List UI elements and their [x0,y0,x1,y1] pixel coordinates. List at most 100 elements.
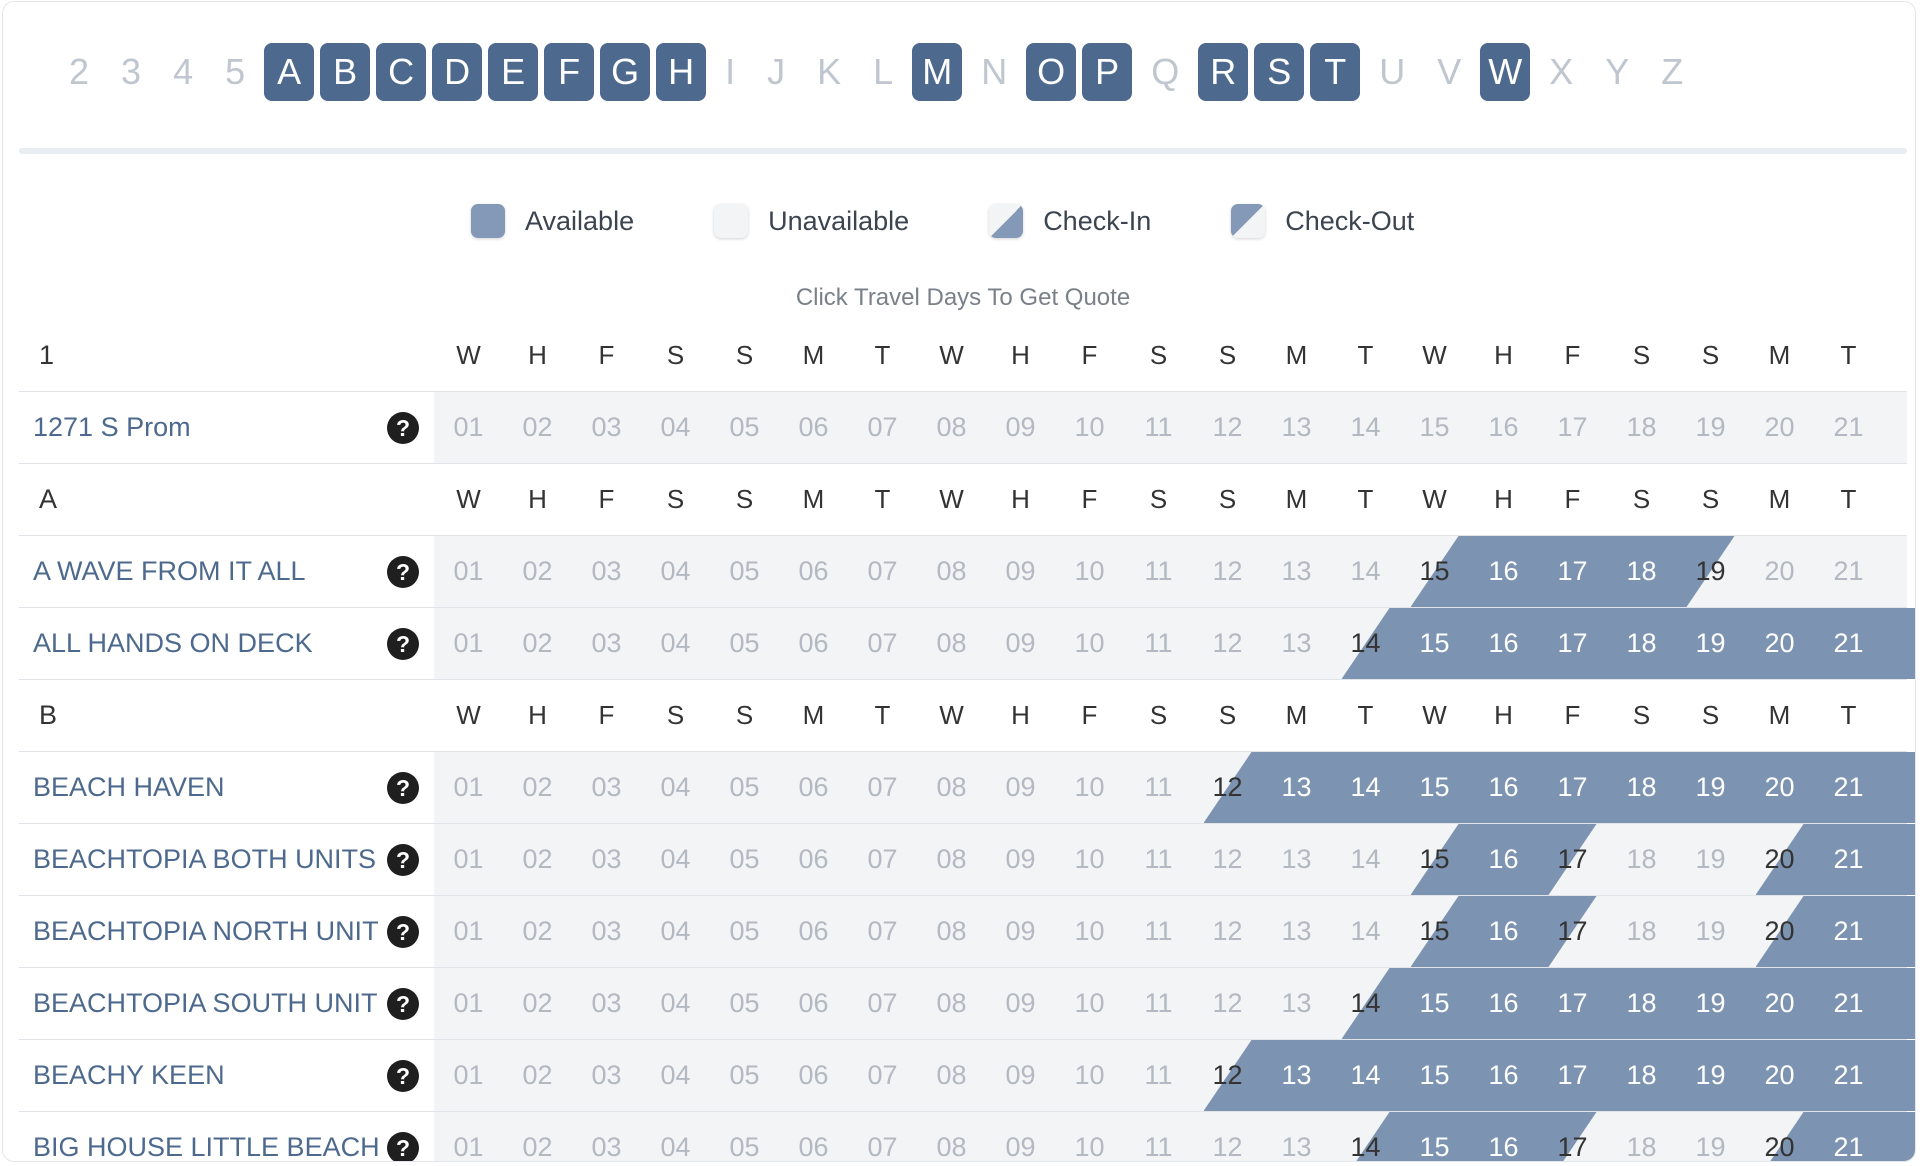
date-cell: 19 [1695,844,1726,874]
date-cell: 04 [660,916,691,946]
date-cell[interactable]: 18 [1607,536,1676,607]
date-cell[interactable]: 20 [1745,608,1814,679]
unit-name-link[interactable]: BEACHTOPIA SOUTH UNIT [33,968,378,1039]
unit-name-link[interactable]: BIG HOUSE LITTLE BEACH [33,1112,380,1161]
date-cell[interactable]: 17 [1538,536,1607,607]
weekday-label: S [1149,700,1168,730]
date-cell[interactable]: 15 [1400,536,1469,607]
unit-name-link[interactable]: ALL HANDS ON DECK [33,608,313,679]
unit-name-link[interactable]: BEACHY KEEN [33,1040,225,1111]
date-cell[interactable]: 21 [1814,968,1883,1039]
date-cell[interactable]: 16 [1469,896,1538,967]
date-cell[interactable]: 17 [1538,824,1607,895]
date-cell[interactable]: 19 [1676,752,1745,823]
letter-e[interactable]: E [488,43,539,101]
date-cell: 01 [453,1060,484,1090]
date-cell[interactable]: 15 [1400,752,1469,823]
date-cell[interactable]: 16 [1469,968,1538,1039]
date-cell[interactable]: 14 [1331,608,1400,679]
letter-b[interactable]: B [320,43,371,101]
date-cell[interactable]: 17 [1538,968,1607,1039]
date-cell[interactable]: 17 [1538,1112,1607,1161]
unit-name-link[interactable]: 1271 S Prom [33,392,191,463]
date-cell[interactable]: 14 [1331,752,1400,823]
date-cell[interactable]: 18 [1607,1040,1676,1111]
letter-r[interactable]: R [1198,43,1249,101]
help-icon[interactable]: ? [387,1060,419,1092]
date-cell[interactable]: 16 [1469,752,1538,823]
date-cell[interactable]: 14 [1331,1112,1400,1161]
date-cell[interactable]: 20 [1745,1040,1814,1111]
date-cell[interactable]: 16 [1469,824,1538,895]
date-cell[interactable]: 13 [1262,1040,1331,1111]
date-cell[interactable]: 19 [1676,608,1745,679]
date-cell[interactable]: 17 [1538,608,1607,679]
unit-name-link[interactable]: BEACH HAVEN [33,752,225,823]
date-cell[interactable]: 15 [1400,1040,1469,1111]
date-cell[interactable]: 21 [1814,824,1883,895]
date-cell[interactable]: 16 [1469,608,1538,679]
date-cell[interactable]: 20 [1745,752,1814,823]
help-icon[interactable]: ? [387,916,419,948]
help-icon[interactable]: ? [387,772,419,804]
letter-g[interactable]: G [600,43,651,101]
help-icon[interactable]: ? [387,628,419,660]
date-cell: 01 [453,628,484,658]
letter-a[interactable]: A [264,43,315,101]
weekday-label: M [1285,484,1308,514]
help-icon[interactable]: ? [387,844,419,876]
date-cell[interactable]: 20 [1745,824,1814,895]
date-cell: 08 [936,916,967,946]
date-cell[interactable]: 20 [1745,968,1814,1039]
letter-p[interactable]: P [1082,43,1133,101]
date-cell[interactable]: 14 [1331,968,1400,1039]
date-cell[interactable]: 15 [1400,896,1469,967]
date-cell[interactable]: 18 [1607,752,1676,823]
help-icon[interactable]: ? [387,412,419,444]
date-cell: 15 [1419,412,1450,442]
date-cell[interactable]: 12 [1193,1040,1262,1111]
date-cell[interactable]: 19 [1676,536,1745,607]
help-icon[interactable]: ? [387,988,419,1020]
letter-d[interactable]: D [432,43,483,101]
date-cell[interactable]: 17 [1538,752,1607,823]
unit-name-link[interactable]: BEACHTOPIA NORTH UNIT [33,896,379,967]
help-icon[interactable]: ? [387,556,419,588]
date-cell[interactable]: 17 [1538,1040,1607,1111]
letter-m[interactable]: M [912,43,963,101]
date-cell[interactable]: 13 [1262,752,1331,823]
date-cell[interactable]: 19 [1676,968,1745,1039]
date-cell: 16 [1488,412,1519,442]
date-cell[interactable]: 18 [1607,608,1676,679]
date-cell[interactable]: 21 [1814,1112,1883,1161]
date-cell[interactable]: 15 [1400,824,1469,895]
date-cell[interactable]: 21 [1814,896,1883,967]
date-cell[interactable]: 15 [1400,968,1469,1039]
date-cell[interactable]: 16 [1469,536,1538,607]
date-cell[interactable]: 21 [1814,608,1883,679]
date-cell[interactable]: 20 [1745,1112,1814,1161]
date-cell[interactable]: 15 [1400,608,1469,679]
letter-o[interactable]: O [1026,43,1077,101]
letter-s[interactable]: S [1254,43,1305,101]
date-cell[interactable]: 14 [1331,1040,1400,1111]
letter-t[interactable]: T [1310,43,1361,101]
date-cell[interactable]: 12 [1193,752,1262,823]
date-cell[interactable]: 18 [1607,968,1676,1039]
letter-f[interactable]: F [544,43,595,101]
date-cell[interactable]: 19 [1676,1040,1745,1111]
unit-name-link[interactable]: BEACHTOPIA BOTH UNITS [33,824,376,895]
unit-name-link[interactable]: A WAVE FROM IT ALL [33,536,306,607]
date-cell[interactable]: 17 [1538,896,1607,967]
date-cell: 17 [1557,412,1588,442]
date-cell[interactable]: 21 [1814,1040,1883,1111]
date-cell[interactable]: 20 [1745,896,1814,967]
help-icon[interactable]: ? [387,1132,419,1161]
date-cell[interactable]: 16 [1469,1112,1538,1161]
date-cell[interactable]: 16 [1469,1040,1538,1111]
date-cell[interactable]: 21 [1814,752,1883,823]
letter-c[interactable]: C [376,43,427,101]
letter-h[interactable]: H [656,43,707,101]
date-cell[interactable]: 15 [1400,1112,1469,1161]
letter-w[interactable]: W [1480,43,1531,101]
